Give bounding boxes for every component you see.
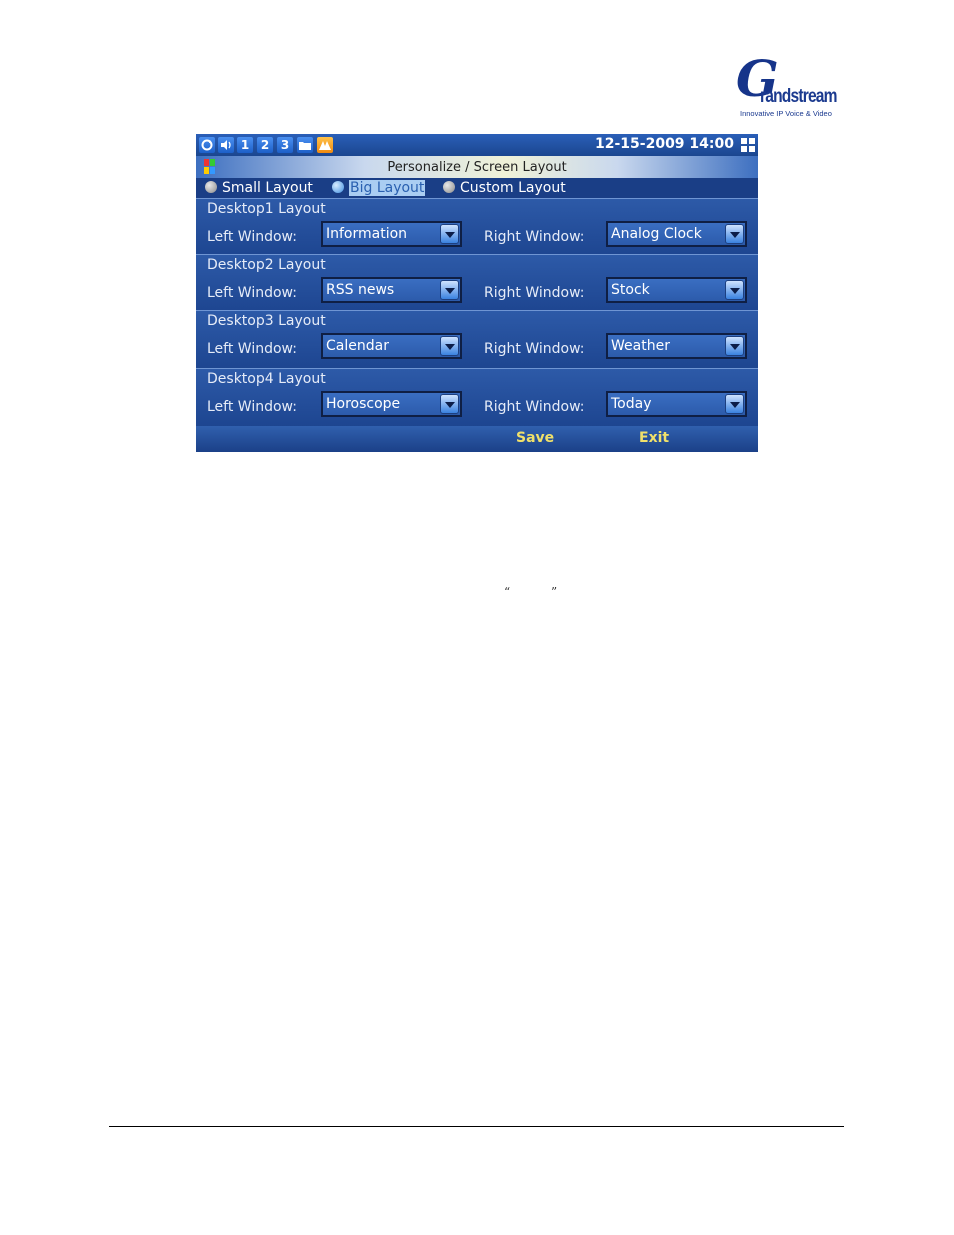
right-window-label: Right Window: <box>484 229 585 245</box>
chevron-down-icon[interactable] <box>440 336 459 356</box>
custom-layout-radio[interactable]: Custom Layout <box>443 179 566 197</box>
chevron-down-icon[interactable] <box>725 280 744 300</box>
logo-tagline: Innovative IP Voice & Video <box>740 109 832 118</box>
chevron-down-icon[interactable] <box>725 394 744 414</box>
save-button[interactable]: Save <box>516 430 554 446</box>
left-window-label: Left Window: <box>207 399 297 415</box>
desktop4-right-window-select[interactable]: Today <box>606 391 747 417</box>
logo-word: randstream <box>760 86 837 107</box>
big-layout-radio[interactable]: Big Layout <box>332 179 426 197</box>
section-title: Desktop2 Layout <box>207 257 326 273</box>
desktop2-section: Desktop2 Layout Left Window: RSS news Ri… <box>196 254 758 313</box>
chevron-down-icon[interactable] <box>725 336 744 356</box>
left-window-label: Left Window: <box>207 341 297 357</box>
close-quote: ” <box>551 585 558 599</box>
footer-divider <box>109 1126 844 1127</box>
desktop4-section: Desktop4 Layout Left Window: Horoscope R… <box>196 368 758 427</box>
desktop1-right-window-select[interactable]: Analog Clock <box>606 221 747 247</box>
right-window-label: Right Window: <box>484 341 585 357</box>
radio-selected-icon <box>332 181 344 193</box>
chevron-down-icon[interactable] <box>440 224 459 244</box>
section-title: Desktop4 Layout <box>207 371 326 387</box>
folder-icon[interactable] <box>297 137 313 153</box>
left-window-label: Left Window: <box>207 229 297 245</box>
sync-icon[interactable] <box>199 137 215 153</box>
chevron-down-icon[interactable] <box>440 394 459 414</box>
line-1-icon[interactable]: 1 <box>237 137 253 153</box>
desktop1-section: Desktop1 Layout Left Window: Information… <box>196 198 758 257</box>
line-3-icon[interactable]: 3 <box>277 137 293 153</box>
section-title: Desktop1 Layout <box>207 201 326 217</box>
desktop1-left-window-select[interactable]: Information <box>321 221 462 247</box>
title-bar: Personalize / Screen Layout <box>196 156 758 178</box>
line-2-icon[interactable]: 2 <box>257 137 273 153</box>
desktop2-left-window-select[interactable]: RSS news <box>321 277 462 303</box>
right-window-label: Right Window: <box>484 285 585 301</box>
date-time: 12-15-2009 14:00 <box>595 136 734 152</box>
grid-icon[interactable] <box>741 138 755 152</box>
section-title: Desktop3 Layout <box>207 313 326 329</box>
chevron-down-icon[interactable] <box>440 280 459 300</box>
right-window-label: Right Window: <box>484 399 585 415</box>
desktop3-section: Desktop3 Layout Left Window: Calendar Ri… <box>196 310 758 369</box>
grandstream-logo: G randstream Innovative IP Voice & Video <box>736 54 837 120</box>
small-layout-radio[interactable]: Small Layout <box>205 179 313 197</box>
desktop3-left-window-select[interactable]: Calendar <box>321 333 462 359</box>
desktop3-right-window-select[interactable]: Weather <box>606 333 747 359</box>
softkey-bar: Save Exit <box>196 426 758 452</box>
radio-icon <box>443 181 455 193</box>
phone-screen: 1 2 3 12-15-2009 14:00 Personalize / Scr… <box>196 134 758 452</box>
alert-icon[interactable] <box>317 137 333 153</box>
left-window-label: Left Window: <box>207 285 297 301</box>
open-quote: “ <box>504 585 511 599</box>
desktop4-left-window-select[interactable]: Horoscope <box>321 391 462 417</box>
layout-options: Small Layout Big Layout Custom Layout <box>196 178 758 198</box>
radio-icon <box>205 181 217 193</box>
exit-button[interactable]: Exit <box>639 430 669 446</box>
volume-icon[interactable] <box>218 137 234 153</box>
screen-title: Personalize / Screen Layout <box>387 160 567 175</box>
status-bar: 1 2 3 12-15-2009 14:00 <box>196 134 758 156</box>
desktop2-right-window-select[interactable]: Stock <box>606 277 747 303</box>
chevron-down-icon[interactable] <box>725 224 744 244</box>
